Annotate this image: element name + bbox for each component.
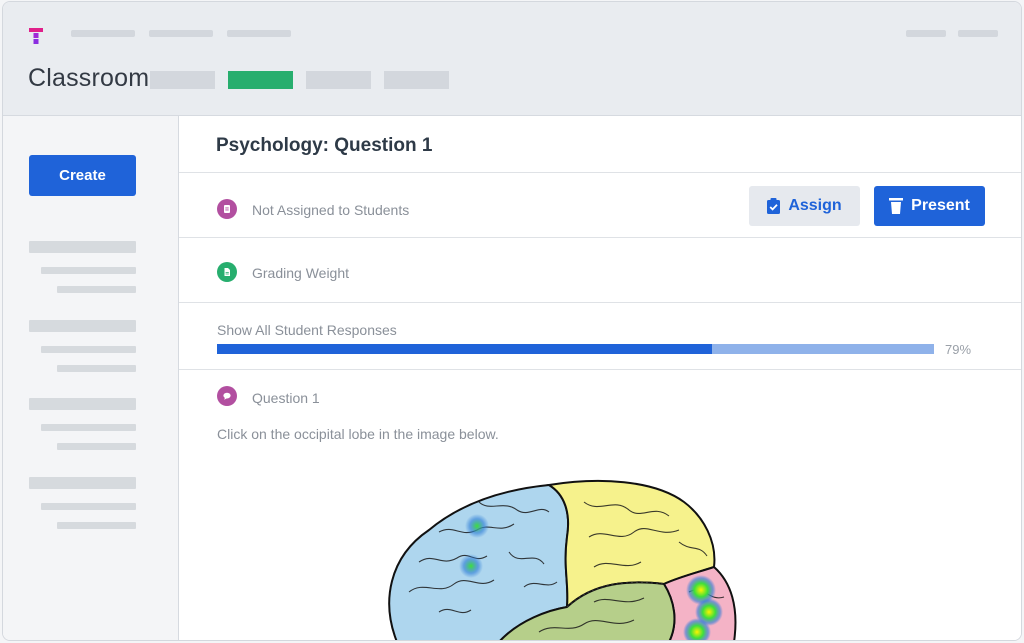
create-button[interactable]: Create [29, 155, 136, 196]
speech-bubble-icon [217, 386, 237, 406]
sidebar-subitem-placeholder[interactable] [41, 503, 136, 510]
app-window: Classroom Create Psychology: Question 1 [2, 1, 1022, 641]
brain-image[interactable] [379, 472, 779, 641]
tab-active[interactable] [228, 71, 293, 89]
top-header: Classroom [3, 2, 1021, 116]
nav-link-placeholder[interactable] [71, 30, 135, 37]
sidebar-subitem-placeholder[interactable] [57, 443, 136, 450]
sidebar-subitem-placeholder[interactable] [41, 424, 136, 431]
sidebar-item-placeholder[interactable] [29, 477, 136, 489]
podium-icon [889, 198, 904, 214]
account-menu-placeholder[interactable] [958, 30, 998, 37]
document-icon [217, 262, 237, 282]
sidebar-subitem-placeholder[interactable] [41, 267, 136, 274]
tab-placeholder[interactable] [384, 71, 449, 89]
show-responses-label[interactable]: Show All Student Responses [217, 322, 397, 338]
grading-row: Grading Weight [179, 238, 1021, 303]
sidebar-item-placeholder[interactable] [29, 398, 136, 410]
assignment-status: Not Assigned to Students [252, 202, 410, 218]
present-button[interactable]: Present [874, 186, 985, 226]
tab-placeholder[interactable] [306, 71, 371, 89]
sidebar-item-placeholder[interactable] [29, 241, 136, 253]
sidebar-subitem-placeholder[interactable] [57, 365, 136, 372]
progress-fill [217, 344, 712, 354]
question-prompt: Click on the occipital lobe in the image… [217, 426, 499, 442]
question-number-label: Question 1 [252, 390, 320, 406]
question-title: Psychology: Question 1 [216, 135, 433, 156]
heatmap-hotspot [465, 514, 489, 538]
app-logo-icon[interactable] [29, 28, 43, 50]
heatmap-hotspot [459, 554, 483, 578]
user-menu-placeholder[interactable] [906, 30, 946, 37]
question-header-row: Psychology: Question 1 [179, 116, 1021, 173]
sidebar-subitem-placeholder[interactable] [41, 346, 136, 353]
sidebar-item-placeholder[interactable] [29, 320, 136, 332]
responses-row: Show All Student Responses [179, 303, 1021, 370]
response-progress-bar [217, 344, 934, 354]
clipboard-icon [217, 199, 237, 219]
sidebar: Create [3, 116, 179, 640]
main-panel: Psychology: Question 1 Not Assigned to S… [179, 116, 1021, 641]
progress-percent: 79% [945, 342, 972, 357]
sidebar-subitem-placeholder[interactable] [57, 522, 136, 529]
nav-link-placeholder[interactable] [227, 30, 291, 37]
grading-weight-label[interactable]: Grading Weight [252, 265, 349, 281]
sidebar-subitem-placeholder[interactable] [57, 286, 136, 293]
page-title: Classroom [28, 64, 150, 92]
clipboard-check-icon [767, 198, 781, 214]
assign-button[interactable]: Assign [749, 186, 860, 226]
assign-button-label: Assign [788, 197, 842, 214]
present-button-label: Present [911, 197, 970, 214]
nav-link-placeholder[interactable] [149, 30, 213, 37]
tab-placeholder[interactable] [150, 71, 215, 89]
